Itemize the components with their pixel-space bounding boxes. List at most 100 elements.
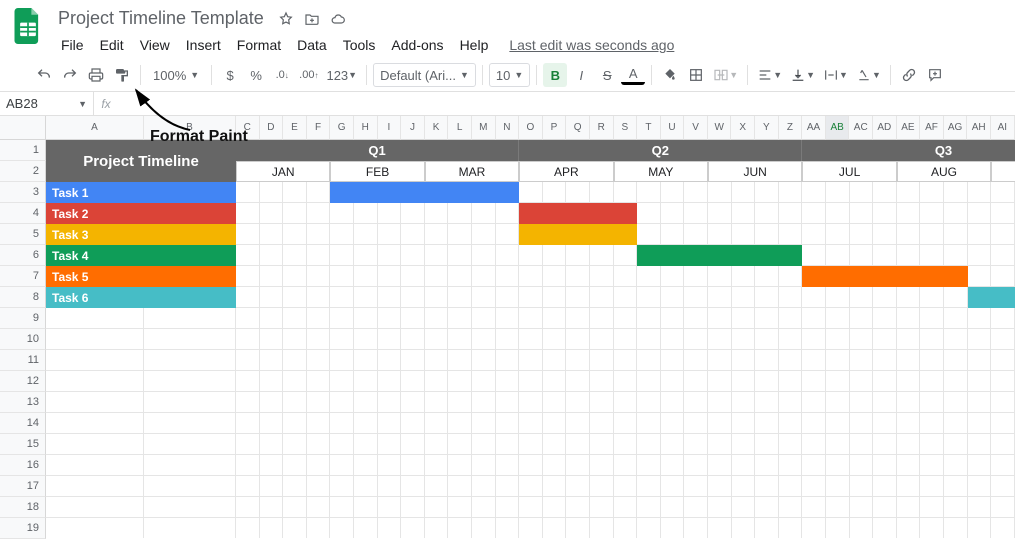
insert-link-button[interactable]	[897, 63, 921, 87]
italic-button[interactable]: I	[569, 63, 593, 87]
cell[interactable]: FEB	[330, 161, 424, 182]
cell[interactable]: AUG	[897, 161, 991, 182]
column-header[interactable]: U	[661, 116, 685, 140]
column-header[interactable]: Y	[755, 116, 779, 140]
gantt-bar[interactable]	[330, 182, 519, 203]
row-header[interactable]: 1	[0, 140, 46, 161]
column-header[interactable]: V	[684, 116, 708, 140]
print-button[interactable]	[84, 63, 108, 87]
column-header[interactable]: K	[425, 116, 449, 140]
row-header[interactable]: 16	[0, 455, 46, 476]
decrease-decimal-button[interactable]: .0↓	[270, 63, 294, 87]
cell[interactable]: MAR	[425, 161, 519, 182]
row-header[interactable]: 13	[0, 392, 46, 413]
menu-help[interactable]: Help	[453, 33, 496, 57]
cell[interactable]: Q3	[802, 140, 1015, 161]
column-header[interactable]: AG	[944, 116, 968, 140]
task-label[interactable]: Task 3	[46, 224, 236, 245]
horizontal-align-button[interactable]: ▼	[754, 63, 785, 87]
menu-insert[interactable]: Insert	[179, 33, 228, 57]
vertical-align-button[interactable]: ▼	[787, 63, 818, 87]
task-label[interactable]: Task 2	[46, 203, 236, 224]
increase-decimal-button[interactable]: .00↑	[296, 63, 321, 87]
column-header[interactable]: A	[46, 116, 144, 140]
zoom-selector[interactable]: 100%▼	[147, 63, 205, 87]
row-header[interactable]: 18	[0, 497, 46, 518]
insert-comment-button[interactable]	[923, 63, 947, 87]
select-all-corner[interactable]	[0, 116, 46, 140]
task-label[interactable]: Task 6	[46, 287, 236, 308]
column-header[interactable]: P	[543, 116, 567, 140]
undo-button[interactable]	[32, 63, 56, 87]
row-header[interactable]: 5	[0, 224, 46, 245]
cell[interactable]: Q1	[236, 140, 519, 161]
column-header[interactable]: X	[731, 116, 755, 140]
strikethrough-button[interactable]: S	[595, 63, 619, 87]
format-currency-button[interactable]: $	[218, 63, 242, 87]
text-rotation-button[interactable]: ▼	[853, 63, 884, 87]
spreadsheet-grid[interactable]: 12345678910111213141516171819 ABCDEFGHIJ…	[0, 116, 1015, 538]
row-header[interactable]: 17	[0, 476, 46, 497]
gantt-bar[interactable]	[519, 224, 637, 245]
column-header[interactable]: C	[236, 116, 260, 140]
column-header[interactable]: N	[496, 116, 520, 140]
column-header[interactable]: J	[401, 116, 425, 140]
borders-button[interactable]	[684, 63, 708, 87]
column-header[interactable]: AB	[826, 116, 850, 140]
menu-addons[interactable]: Add-ons	[384, 33, 450, 57]
text-wrap-button[interactable]: ▼	[820, 63, 851, 87]
column-header[interactable]: Z	[779, 116, 803, 140]
row-header[interactable]: 14	[0, 413, 46, 434]
row-header[interactable]: 15	[0, 434, 46, 455]
column-header[interactable]: R	[590, 116, 614, 140]
gantt-bar[interactable]	[519, 203, 637, 224]
task-label[interactable]: Task 5	[46, 266, 236, 287]
column-header[interactable]: Q	[566, 116, 590, 140]
menu-file[interactable]: File	[54, 33, 91, 57]
row-header[interactable]: 4	[0, 203, 46, 224]
cell[interactable]: MAY	[614, 161, 708, 182]
cell[interactable]: APR	[519, 161, 613, 182]
cell[interactable]: SE	[991, 161, 1015, 182]
column-header[interactable]: L	[448, 116, 472, 140]
column-header[interactable]: W	[708, 116, 732, 140]
row-header[interactable]: 9	[0, 308, 46, 329]
cell[interactable]: JUL	[802, 161, 896, 182]
format-percent-button[interactable]: %	[244, 63, 268, 87]
column-header[interactable]: AI	[991, 116, 1015, 140]
column-header[interactable]: AF	[920, 116, 944, 140]
menu-view[interactable]: View	[133, 33, 177, 57]
row-header[interactable]: 10	[0, 329, 46, 350]
paint-format-button[interactable]	[110, 63, 134, 87]
column-header[interactable]: D	[260, 116, 284, 140]
redo-button[interactable]	[58, 63, 82, 87]
column-header[interactable]: I	[378, 116, 402, 140]
column-header[interactable]: M	[472, 116, 496, 140]
formula-input[interactable]	[118, 92, 1015, 115]
fill-color-button[interactable]	[658, 63, 682, 87]
menu-format[interactable]: Format	[230, 33, 288, 57]
column-header[interactable]: O	[519, 116, 543, 140]
grid-area[interactable]: ABCDEFGHIJKLMNOPQRSTUVWXYZAAABACADAEAFAG…	[46, 116, 1015, 538]
column-header[interactable]: AD	[873, 116, 897, 140]
task-label[interactable]: Task 1	[46, 182, 236, 203]
row-header[interactable]: 6	[0, 245, 46, 266]
last-edit-link[interactable]: Last edit was seconds ago	[509, 37, 674, 53]
task-label[interactable]: Task 4	[46, 245, 236, 266]
star-icon[interactable]	[278, 11, 294, 27]
cell[interactable]: JAN	[236, 161, 330, 182]
column-header[interactable]: AE	[897, 116, 921, 140]
bold-button[interactable]: B	[543, 63, 567, 87]
menu-data[interactable]: Data	[290, 33, 334, 57]
column-header[interactable]: E	[283, 116, 307, 140]
menu-edit[interactable]: Edit	[93, 33, 131, 57]
cell[interactable]: Q2	[519, 140, 802, 161]
sheets-logo[interactable]	[8, 6, 48, 46]
name-box[interactable]: AB28 ▼	[0, 92, 94, 115]
column-header[interactable]: B	[144, 116, 236, 140]
column-header[interactable]: G	[330, 116, 354, 140]
font-size-selector[interactable]: 10▼	[489, 63, 530, 87]
row-header[interactable]: 11	[0, 350, 46, 371]
gantt-bar[interactable]	[802, 266, 967, 287]
column-header[interactable]: H	[354, 116, 378, 140]
